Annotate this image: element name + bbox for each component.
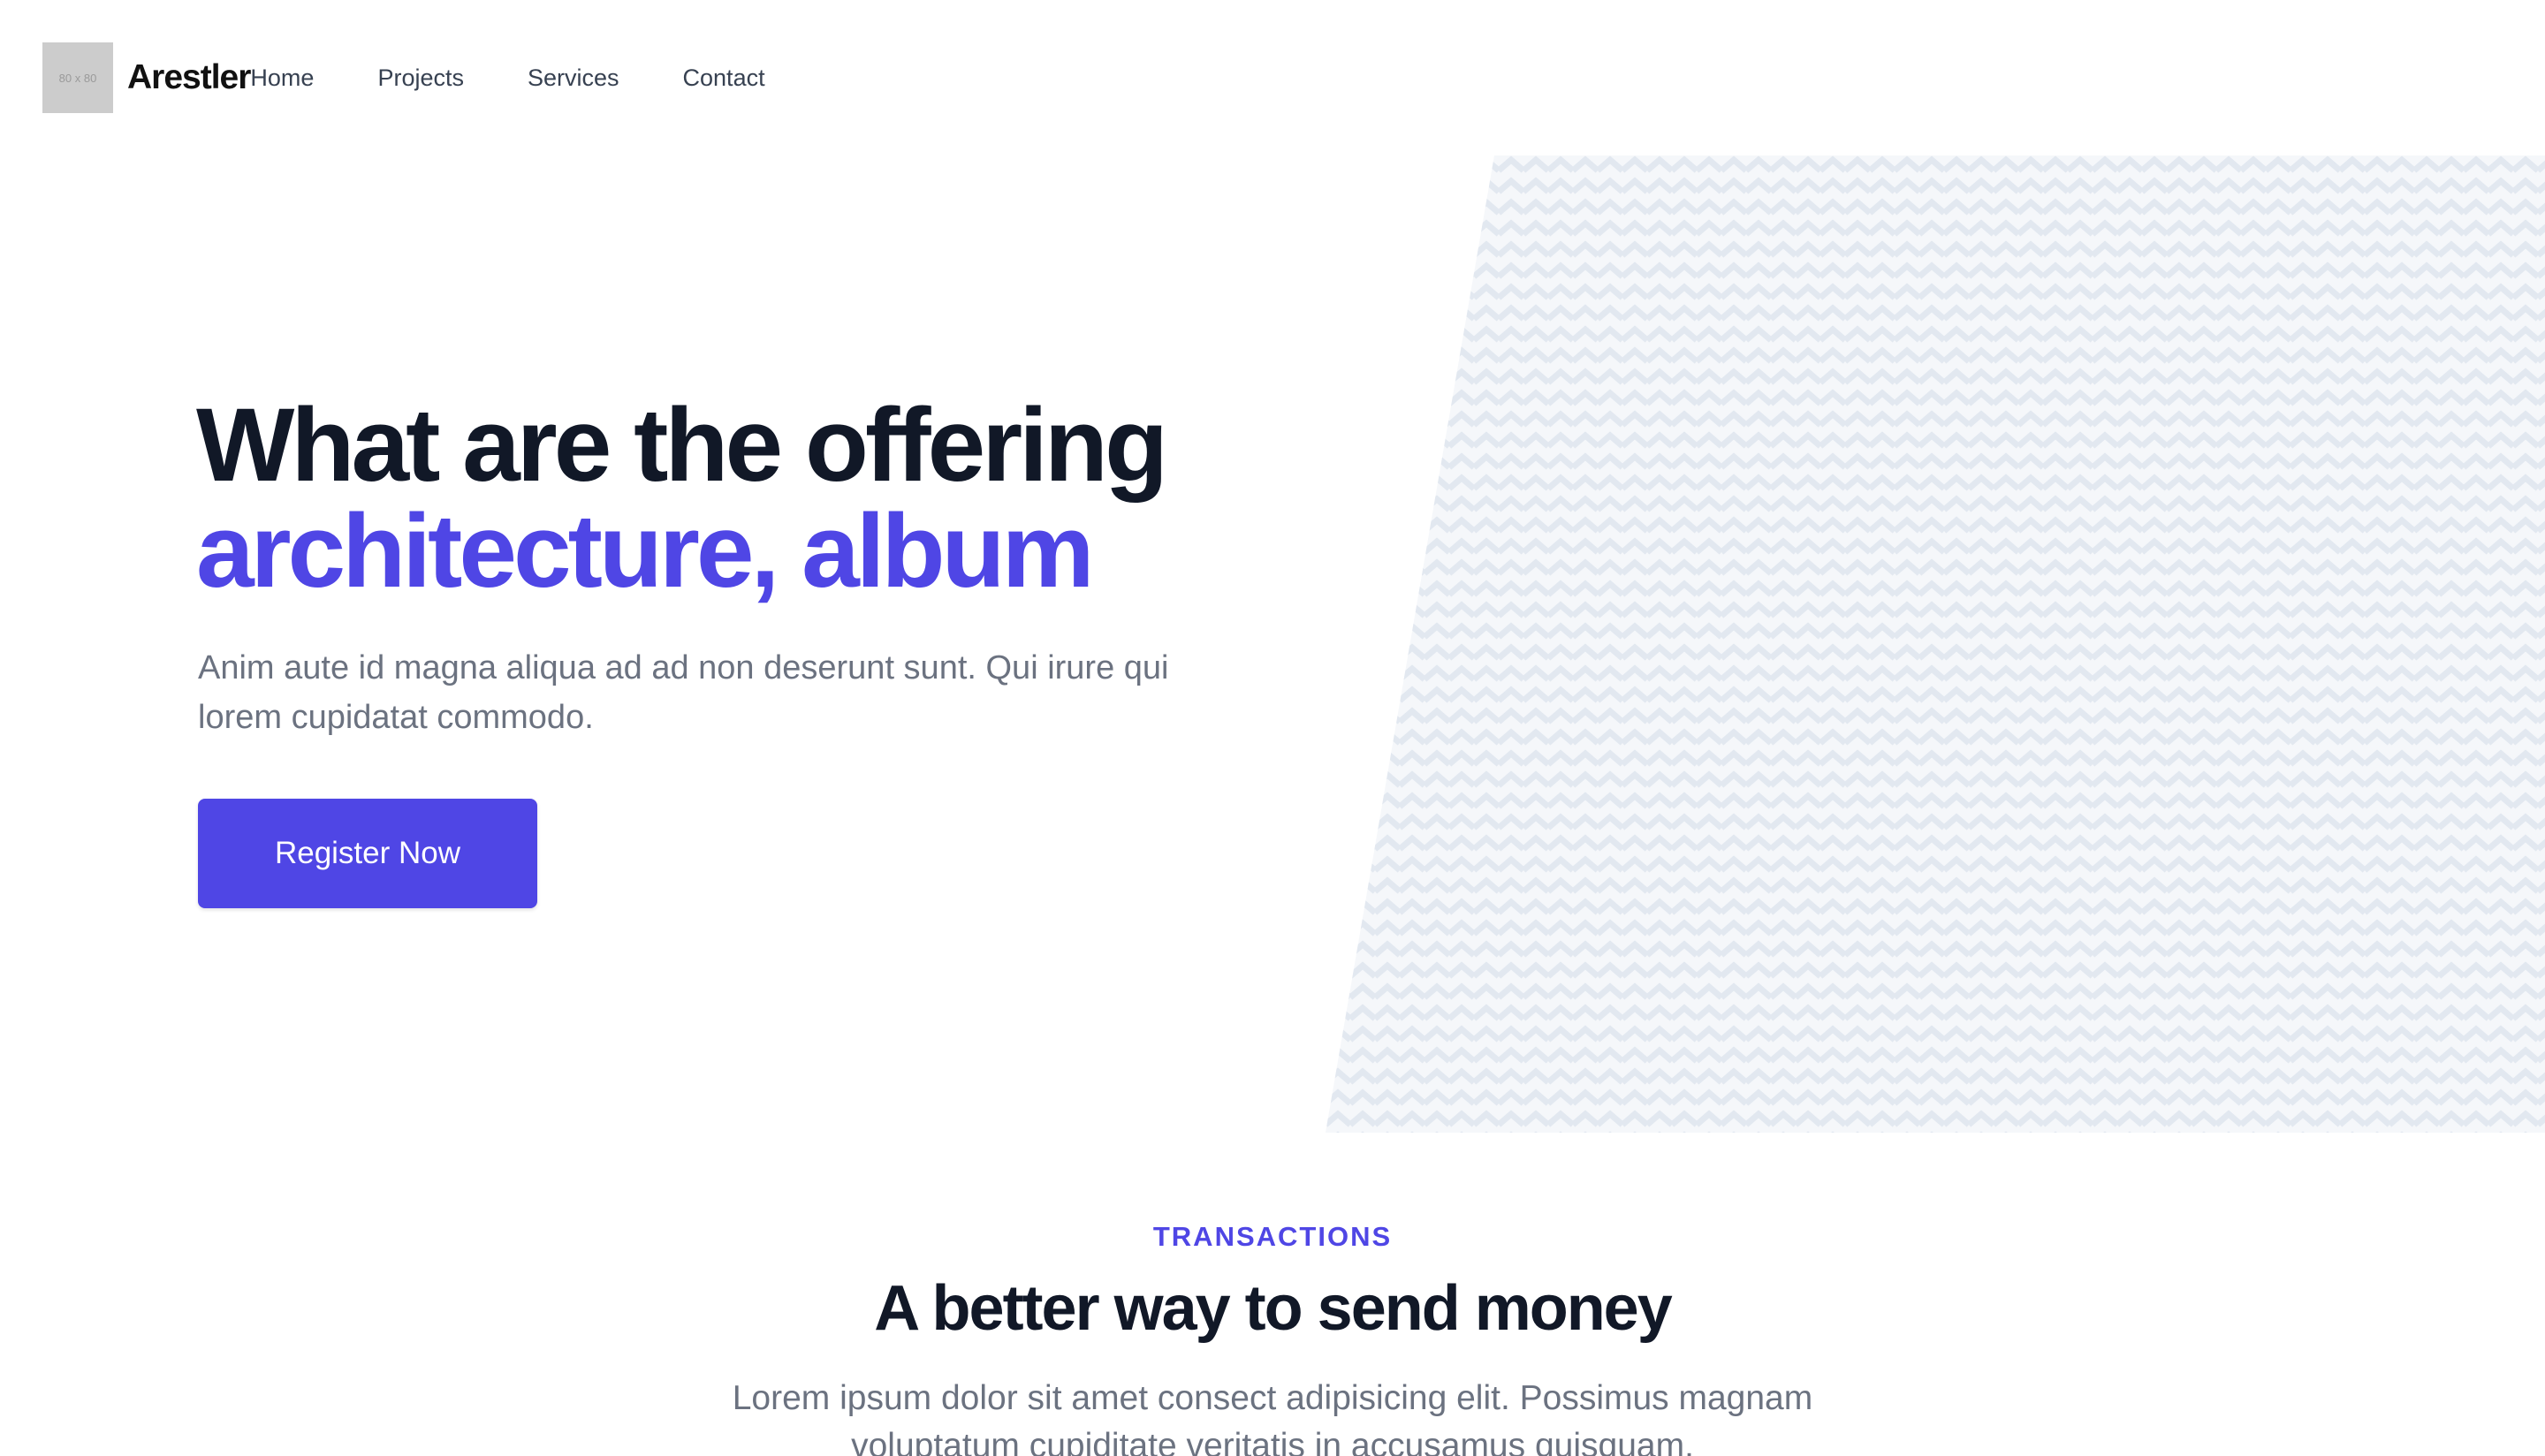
hero-title-line1: What are the offering <box>196 387 1168 504</box>
hero-title: What are the offering architecture, albu… <box>196 387 1168 610</box>
hero-pattern-image <box>1326 155 2545 1133</box>
zigzag-pattern <box>1326 155 2545 1133</box>
section-eyebrow: TRANSACTIONS <box>1152 1221 1393 1252</box>
top-nav: 80 x 80 Arestler Home Projects Services … <box>42 42 829 113</box>
section-description: Lorem ipsum dolor sit amet consect adipi… <box>732 1379 1813 1456</box>
section-title: A better way to send money <box>874 1273 1673 1344</box>
page: 80 x 80 Arestler Home Projects Services … <box>0 0 2545 1456</box>
nav-link-services[interactable]: Services <box>528 64 619 92</box>
register-button[interactable]: Register Now <box>198 799 537 908</box>
nav-links: Home Projects Services Contact <box>250 64 828 92</box>
hero-subtitle: Anim aute id magna aliqua ad ad non dese… <box>198 649 1169 736</box>
nav-link-contact[interactable]: Contact <box>683 64 765 92</box>
hero-title-accent: architecture, album <box>196 493 1095 610</box>
brand-name[interactable]: Arestler <box>127 58 251 97</box>
logo-placeholder-text: 80 x 80 <box>58 71 97 85</box>
nav-link-home[interactable]: Home <box>250 64 314 92</box>
logo-image[interactable]: 80 x 80 <box>42 42 113 113</box>
nav-link-projects[interactable]: Projects <box>377 64 464 92</box>
